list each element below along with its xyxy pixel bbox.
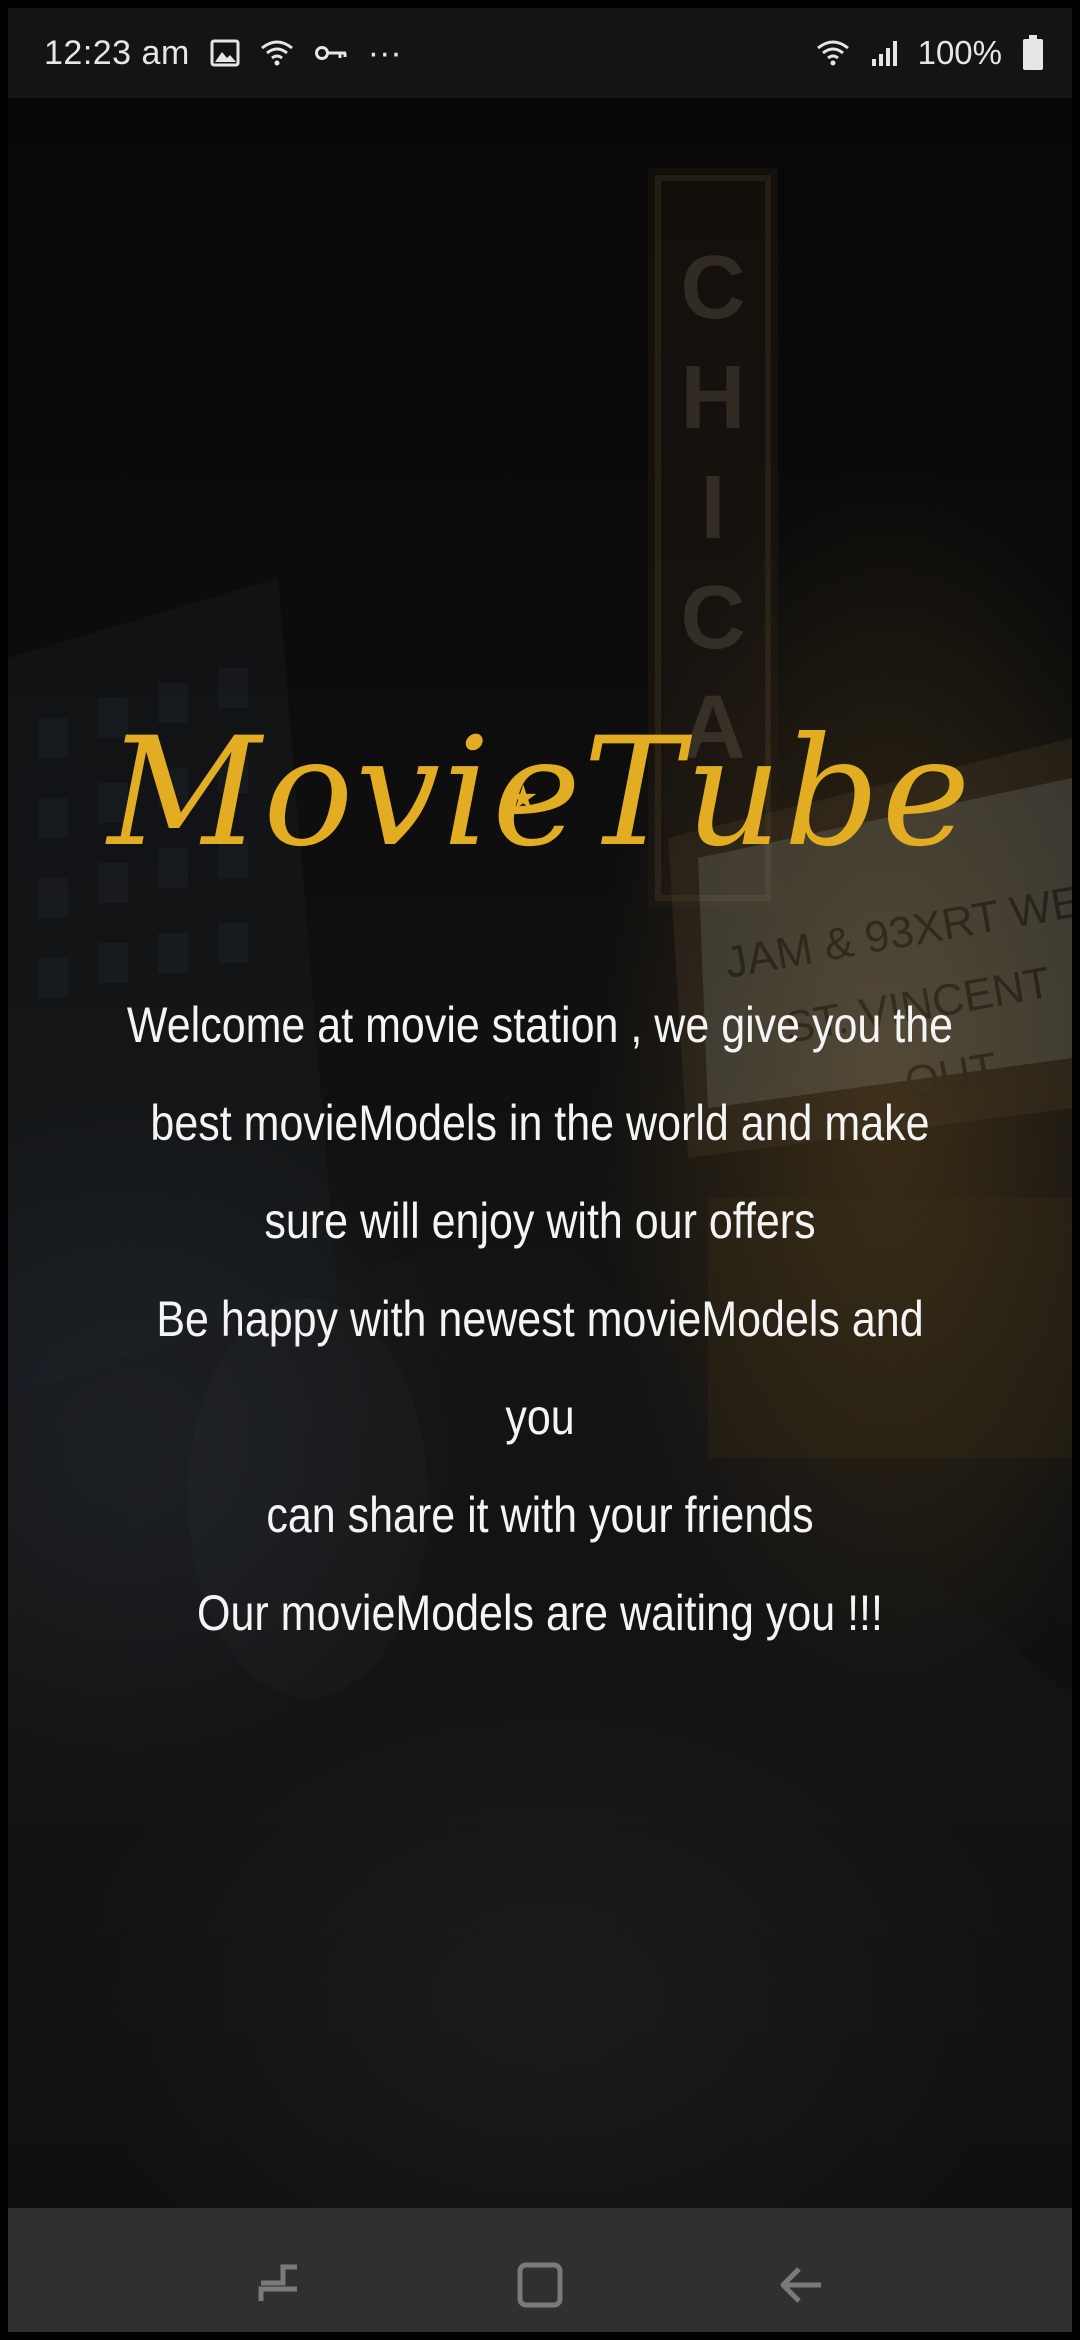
- recent-apps-icon: [258, 2264, 297, 2301]
- status-time: 12:23 am: [44, 33, 190, 72]
- back-icon: [780, 2267, 822, 2303]
- battery-percent: 100%: [917, 34, 1002, 71]
- back-button[interactable]: [756, 2240, 846, 2330]
- splash-content: MovieTube ★ Welcome at movie station , w…: [8, 98, 1072, 2208]
- signal-icon: [870, 39, 898, 67]
- app-logo: MovieTube: [107, 706, 973, 880]
- status-bar: 12:23 am ··· 100%: [8, 8, 1072, 98]
- status-left: 12:23 am ···: [44, 34, 402, 73]
- welcome-text: Welcome at movie station , we give you t…: [126, 997, 954, 1641]
- star-icon: ★: [508, 779, 539, 817]
- navigation-bar: [8, 2208, 1072, 2332]
- image-icon: [210, 39, 240, 67]
- status-right: 100%: [816, 34, 1044, 72]
- more-dots-icon: ···: [367, 33, 402, 72]
- wifi-icon: [260, 38, 294, 68]
- home-button[interactable]: [495, 2240, 585, 2330]
- recent-apps-button[interactable]: [234, 2240, 324, 2330]
- vpn-key-icon: [314, 43, 348, 63]
- battery-icon: [1022, 35, 1044, 71]
- screen: 12:23 am ··· 100% C H I C A JAM & 93XRT …: [0, 0, 1080, 2340]
- wifi-icon: [816, 38, 850, 68]
- home-icon: [517, 2262, 563, 2308]
